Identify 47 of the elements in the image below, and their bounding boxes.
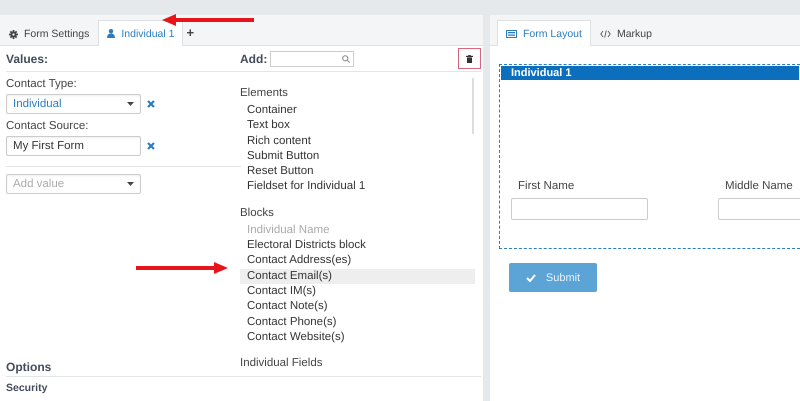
caret-icon <box>127 102 134 106</box>
fieldset-title: Individual 1 <box>501 66 799 80</box>
palette-item[interactable]: Electoral Districts block <box>240 238 475 254</box>
dropdown[interactable]: Individual <box>6 94 141 114</box>
scrollbar[interactable] <box>472 78 474 134</box>
input-field[interactable] <box>511 198 648 220</box>
delete-button[interactable] <box>458 48 481 69</box>
caret-icon <box>127 182 134 186</box>
field-label: Contact Source: <box>6 120 90 132</box>
tab[interactable]: Form Layout <box>497 20 591 46</box>
code-icon <box>600 30 611 38</box>
palette-item[interactable]: Contact IM(s) <box>240 284 475 300</box>
remove-icon[interactable] <box>147 100 155 108</box>
tab[interactable]: Markup <box>590 21 661 46</box>
fieldset[interactable]: Individual 1 First Name Middle Name <box>499 64 800 249</box>
section-heading: Elements <box>240 86 289 99</box>
palette-item[interactable]: Submit Button <box>240 148 475 164</box>
option-heading: Security <box>6 382 48 394</box>
check-icon <box>526 274 536 282</box>
section-heading: Blocks <box>240 206 275 219</box>
field-label: Middle Name <box>724 180 794 192</box>
palette-item[interactable]: Contact Note(s) <box>240 299 475 315</box>
palette-item[interactable]: Reset Button <box>240 164 475 180</box>
trash-icon <box>466 54 473 62</box>
add-tab-button[interactable]: + <box>183 26 198 40</box>
section-heading: Values: <box>6 52 50 66</box>
text-field[interactable]: My First Form <box>6 136 141 156</box>
palette-item[interactable]: Contact Email(s) <box>240 268 475 284</box>
field-label: First Name <box>517 180 576 192</box>
section-heading: Individual Fields <box>240 356 324 370</box>
search-icon <box>342 54 350 62</box>
palette-item[interactable]: Text box <box>240 118 475 134</box>
user-icon <box>107 29 116 38</box>
tab[interactable]: Individual 1 <box>98 20 184 46</box>
palette-item[interactable]: Container <box>240 103 475 118</box>
palette-item[interactable]: Contact Phone(s) <box>240 314 475 330</box>
palette-item[interactable]: Rich content <box>240 134 475 149</box>
search-field[interactable] <box>270 50 354 66</box>
field-label: Contact Type: <box>6 78 78 90</box>
palette-item[interactable]: Contact Website(s) <box>240 330 475 346</box>
layout-icon <box>506 30 517 38</box>
palette-item[interactable]: Fieldset for Individual 1 <box>240 179 475 195</box>
tab[interactable]: Form Settings <box>0 21 98 46</box>
palette-item[interactable]: Contact Address(es) <box>240 253 475 269</box>
add-label: Add: <box>240 52 268 66</box>
gear-icon <box>9 30 18 38</box>
remove-icon[interactable] <box>147 142 155 150</box>
